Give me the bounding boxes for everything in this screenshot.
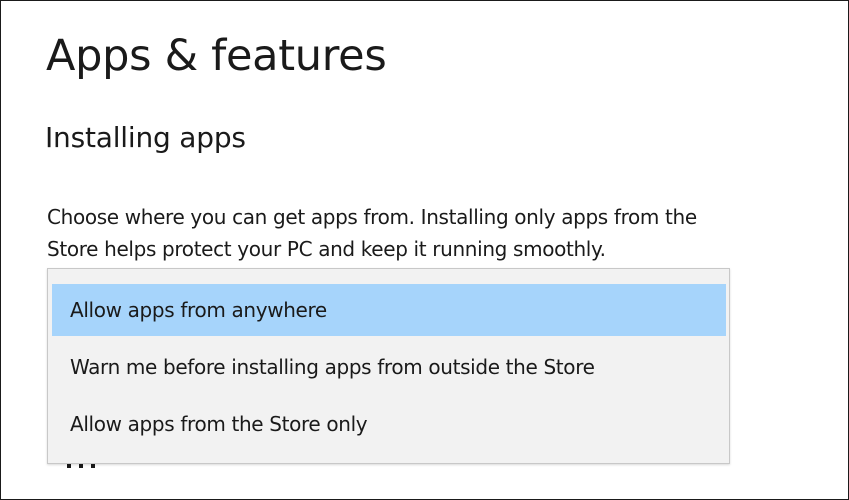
settings-window: Apps & features Installing apps Choose w…: [0, 0, 849, 500]
dropdown-option-warn-before-installing[interactable]: Warn me before installing apps from outs…: [52, 341, 726, 393]
description-line-1: Choose where you can get apps from. Inst…: [47, 205, 697, 229]
section-heading: Installing apps: [45, 121, 246, 154]
page-title: Apps & features: [46, 31, 387, 81]
description-line-2: Store helps protect your PC and keep it …: [47, 237, 606, 261]
dropdown-option-store-only[interactable]: Allow apps from the Store only: [52, 398, 726, 450]
dropdown-option-allow-anywhere[interactable]: Allow apps from anywhere: [52, 284, 726, 336]
occluded-text-fragment: [63, 463, 103, 473]
app-source-dropdown-list[interactable]: Allow apps from anywhere Warn me before …: [47, 268, 730, 464]
section-description: Choose where you can get apps from. Inst…: [47, 201, 847, 265]
